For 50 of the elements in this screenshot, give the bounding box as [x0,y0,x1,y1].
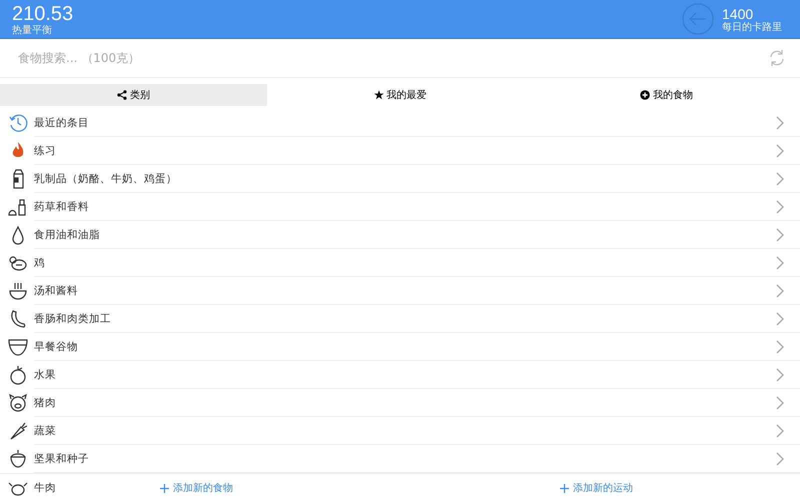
cereal-bowl-icon [8,337,28,357]
chevron-right-icon [776,228,784,242]
sausage-icon [8,309,28,329]
chevron-right-icon [776,312,784,326]
category-label: 鸡 [34,256,46,270]
chevron-right-icon [776,396,784,410]
category-label: 药草和香料 [34,200,90,214]
tab[interactable]: 类别 [0,84,267,106]
category-label: 坚果和种子 [34,452,90,466]
category-label: 牛肉 [34,481,56,495]
plus-circle-icon [640,90,650,100]
apple-icon [8,365,28,385]
carrot-icon [8,421,28,441]
plus-icon [560,484,569,492]
chevron-right-icon [776,116,784,130]
chevron-right-icon [776,368,784,382]
balance-label: 热量平衡 [12,24,53,36]
category-label: 食用油和油脂 [34,228,101,242]
chevron-right-icon [776,200,784,214]
plus-icon [160,484,169,492]
pig-icon [8,393,28,413]
category-label: 乳制品（奶酪、牛奶、鸡蛋） [34,172,178,186]
calorie-balance: 210.53 [12,2,74,24]
category-label: 早餐谷物 [34,340,79,354]
clock-icon [8,113,28,133]
category-label: 汤和酱料 [34,284,79,298]
category-label: 水果 [34,368,57,382]
category-label: 猪肉 [34,396,57,410]
daily-calories: 1400 [722,6,754,22]
soup-bowl-icon [8,281,28,301]
category-label: 练习 [34,144,57,158]
daily-calories-label: 每日的卡路里 [722,22,782,32]
star-icon [374,90,384,100]
search-field[interactable]: 食物搜索... （100克） [18,51,768,65]
chevron-right-icon [776,452,784,466]
chevron-right-icon [776,256,784,270]
chevron-right-icon [776,340,784,354]
chevron-right-icon [776,172,784,186]
category-label: 蔬菜 [34,424,57,438]
add-food-button[interactable]: 添加新的食物 [160,481,233,495]
spice-jars-icon [8,197,28,217]
chevron-right-icon [776,424,784,438]
chevron-right-icon [776,284,784,298]
refresh-icon[interactable] [768,49,786,67]
share-icon [116,90,127,100]
category-label: 最近的条目 [34,116,90,130]
cow-icon [8,480,28,496]
category-label: 香肠和肉类加工 [34,312,112,326]
chevron-right-icon [776,144,784,158]
acorn-icon [8,449,28,469]
